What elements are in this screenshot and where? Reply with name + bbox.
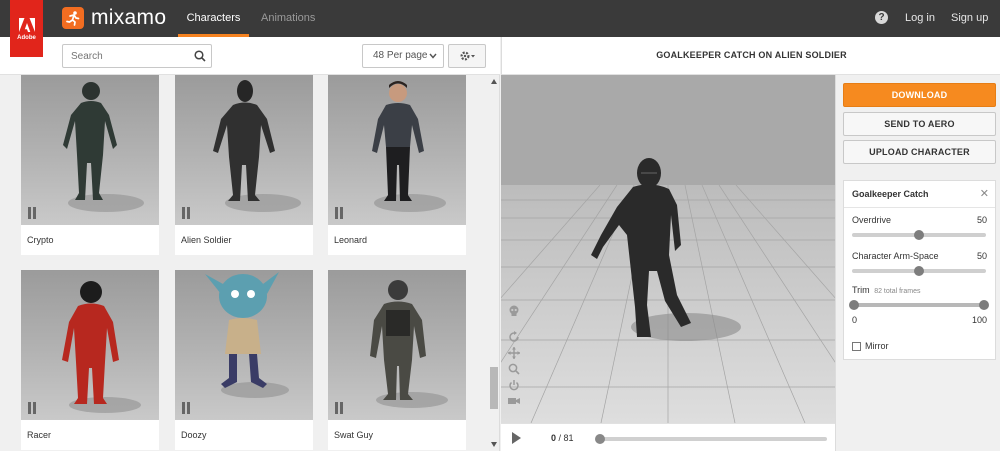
character-grid: Crypto Alien Soldier Leonard Racer Doozy… (0, 75, 488, 451)
character-name: Alien Soldier (181, 235, 232, 245)
rigged-characters-icon (28, 207, 36, 219)
adobe-logo[interactable]: Adobe (10, 0, 43, 57)
character-thumbnail (21, 270, 159, 420)
rigged-characters-icon (28, 402, 36, 414)
top-navigation-bar: Adobe mixamo Characters Animations ? Log… (0, 0, 1000, 57)
per-page-select[interactable]: 48 Per page (362, 44, 444, 68)
overdrive-label: Overdrive (852, 215, 892, 225)
tab-animations[interactable]: Animations (261, 0, 315, 37)
animation-timeline: 0 / 81 (501, 423, 835, 451)
upload-character-button[interactable]: UPLOAD CHARACTER (843, 140, 996, 164)
tab-characters[interactable]: Characters (178, 0, 249, 37)
frame-counter: 0 / 81 (551, 433, 574, 443)
trim-range-slider[interactable] (849, 300, 989, 310)
mirror-label: Mirror (865, 341, 889, 351)
trim-min: 0 (852, 315, 858, 325)
gear-icon (460, 51, 475, 61)
scroll-up-arrow-icon[interactable] (491, 79, 497, 84)
character-thumbnail (328, 75, 466, 225)
preview-header: GOALKEEPER CATCH ON ALIEN SOLDIER (501, 37, 1000, 75)
play-icon[interactable] (511, 432, 521, 444)
character-name: Doozy (181, 430, 207, 440)
grid-scrollbar[interactable] (488, 75, 500, 451)
skeleton-icon[interactable] (508, 305, 520, 317)
chevron-down-icon (429, 53, 437, 59)
pan-icon[interactable] (508, 347, 520, 359)
trim-label-row: Trim 82 total frames (852, 285, 921, 295)
character-card-racer[interactable]: Racer (21, 270, 159, 450)
3d-viewport[interactable] (501, 75, 835, 423)
trim-frames-note: 82 total frames (874, 288, 921, 295)
adobe-wordmark: Adobe (17, 35, 36, 41)
zoom-icon[interactable] (508, 363, 520, 375)
rotate-icon[interactable] (508, 331, 520, 343)
arm-space-slider-handle[interactable] (914, 266, 924, 276)
download-button[interactable]: DOWNLOAD (843, 83, 996, 107)
search-box (62, 44, 212, 68)
character-thumbnail (21, 75, 159, 225)
character-toolbar: 48 Per page (0, 37, 500, 75)
scrubber-handle[interactable] (595, 434, 605, 444)
scroll-down-arrow-icon[interactable] (491, 442, 497, 447)
character-card-swat-guy[interactable]: Swat Guy (328, 270, 466, 450)
trim-start-handle[interactable] (849, 300, 859, 310)
animation-title: GOALKEEPER CATCH ON ALIEN SOLDIER (656, 50, 847, 60)
settings-panel-title: Goalkeeper Catch (852, 189, 929, 199)
help-icon[interactable]: ? (875, 11, 888, 24)
viewport-tools (508, 305, 524, 407)
total-frames: / 81 (558, 433, 574, 443)
send-to-aero-button[interactable]: SEND TO AERO (843, 112, 996, 136)
viewport-scene (501, 75, 835, 423)
adobe-icon (18, 18, 35, 32)
rigged-characters-icon (335, 402, 343, 414)
divider (844, 207, 995, 208)
character-card-leonard[interactable]: Leonard (328, 75, 466, 255)
rigged-characters-icon (182, 402, 190, 414)
login-link[interactable]: Log in (905, 0, 935, 37)
character-card-crypto[interactable]: Crypto (21, 75, 159, 255)
animation-settings-panel: Goalkeeper Catch ✕ Overdrive 50 Characte… (843, 180, 996, 360)
overdrive-slider-handle[interactable] (914, 230, 924, 240)
trim-end-handle[interactable] (979, 300, 989, 310)
per-page-value: 48 Per page (373, 50, 428, 61)
mixamo-brand[interactable]: mixamo (62, 6, 166, 30)
arm-space-slider[interactable] (852, 266, 986, 276)
mixamo-runner-icon (62, 7, 84, 29)
character-thumbnail (175, 270, 313, 420)
character-thumbnail (175, 75, 313, 225)
scrollbar-thumb[interactable] (490, 367, 498, 409)
mirror-checkbox[interactable] (852, 341, 861, 351)
character-thumbnail (328, 270, 466, 420)
character-name: Swat Guy (334, 430, 374, 440)
search-icon[interactable] (194, 50, 206, 62)
camera-icon[interactable] (508, 395, 520, 407)
timeline-scrubber[interactable] (595, 434, 827, 444)
arm-space-value: 50 (976, 251, 987, 261)
signup-link[interactable]: Sign up (951, 0, 988, 37)
trim-label: Trim (852, 285, 870, 295)
arm-space-label: Character Arm-Space (852, 251, 939, 261)
overdrive-slider[interactable] (852, 230, 986, 240)
reset-power-icon[interactable] (508, 379, 520, 391)
current-frame: 0 (551, 433, 557, 443)
character-name: Crypto (27, 235, 54, 245)
brand-name: mixamo (91, 6, 167, 29)
character-name: Leonard (334, 235, 368, 245)
search-input[interactable] (63, 45, 183, 67)
trim-max: 100 (971, 315, 987, 325)
rigged-characters-icon (335, 207, 343, 219)
action-panel: DOWNLOAD SEND TO AERO UPLOAD CHARACTER G… (835, 75, 1000, 451)
overdrive-value: 50 (976, 215, 987, 225)
rigged-characters-icon (182, 207, 190, 219)
settings-dropdown-button[interactable] (448, 44, 486, 68)
character-card-doozy[interactable]: Doozy (175, 270, 313, 450)
close-icon[interactable]: ✕ (980, 187, 989, 200)
mirror-option[interactable]: Mirror (852, 341, 889, 351)
character-name: Racer (27, 430, 52, 440)
character-card-alien-soldier[interactable]: Alien Soldier (175, 75, 313, 255)
